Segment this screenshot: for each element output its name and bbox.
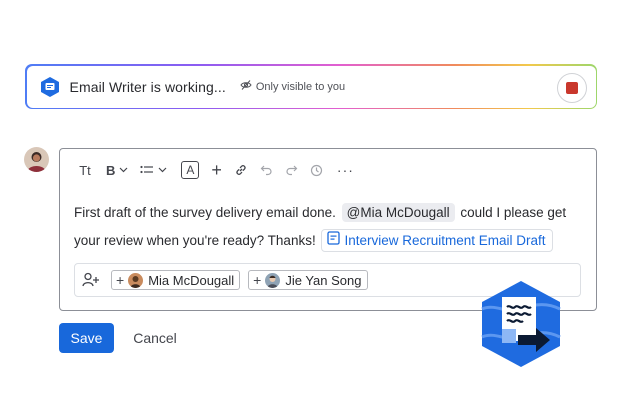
link-icon[interactable]	[234, 158, 248, 182]
add-person-icon[interactable]	[81, 270, 101, 290]
reviewer-name: Jie Yan Song	[285, 272, 362, 288]
page-link[interactable]: Interview Recruitment Email Draft	[321, 229, 553, 252]
history-icon[interactable]	[310, 158, 323, 182]
reviewer-chip[interactable]: + Jie Yan Song	[248, 270, 368, 290]
editor-toolbar: Tt B A + ···	[60, 149, 354, 191]
stop-button[interactable]	[556, 72, 587, 103]
redo-icon[interactable]	[285, 158, 298, 182]
message-text-part1: First draft of the survey delivery email…	[74, 205, 340, 220]
add-icon: +	[253, 272, 262, 288]
avatar	[128, 272, 144, 288]
user-avatar	[24, 147, 49, 172]
text-size-icon[interactable]: Tt	[76, 158, 94, 182]
chevron-down-icon[interactable]	[158, 158, 167, 182]
email-writer-illustration-icon	[478, 279, 564, 369]
agent-status-bar: Email Writer is working... Only visible …	[25, 64, 597, 109]
user-mention[interactable]: @Mia McDougall	[341, 203, 455, 222]
insert-icon[interactable]: +	[211, 158, 222, 182]
stop-icon	[565, 81, 578, 94]
chevron-down-icon[interactable]	[119, 158, 128, 182]
page-link-label: Interview Recruitment Email Draft	[344, 232, 546, 248]
bullet-list-icon[interactable]	[140, 158, 154, 182]
agent-logo-icon	[39, 76, 61, 98]
reviewer-chip[interactable]: + Mia McDougall	[111, 270, 241, 290]
save-button[interactable]: Save	[59, 323, 114, 353]
reviewer-name: Mia McDougall	[148, 272, 235, 288]
add-icon: +	[116, 272, 125, 288]
agent-status-bar-inner: Email Writer is working... Only visible …	[26, 65, 596, 108]
document-icon	[327, 231, 344, 250]
undo-icon[interactable]	[260, 158, 273, 182]
avatar	[265, 272, 281, 288]
visibility-note: Only visible to you	[240, 79, 345, 94]
more-icon[interactable]: ···	[337, 158, 354, 182]
text-color-icon[interactable]: A	[181, 161, 200, 179]
bold-icon[interactable]: B	[106, 158, 115, 182]
visibility-label: Only visible to you	[255, 80, 346, 93]
eye-off-icon	[240, 79, 256, 94]
agent-status-title: Email Writer is working...	[69, 78, 226, 95]
cancel-button[interactable]: Cancel	[125, 323, 185, 353]
message-body[interactable]: First draft of the survey delivery email…	[74, 199, 589, 255]
